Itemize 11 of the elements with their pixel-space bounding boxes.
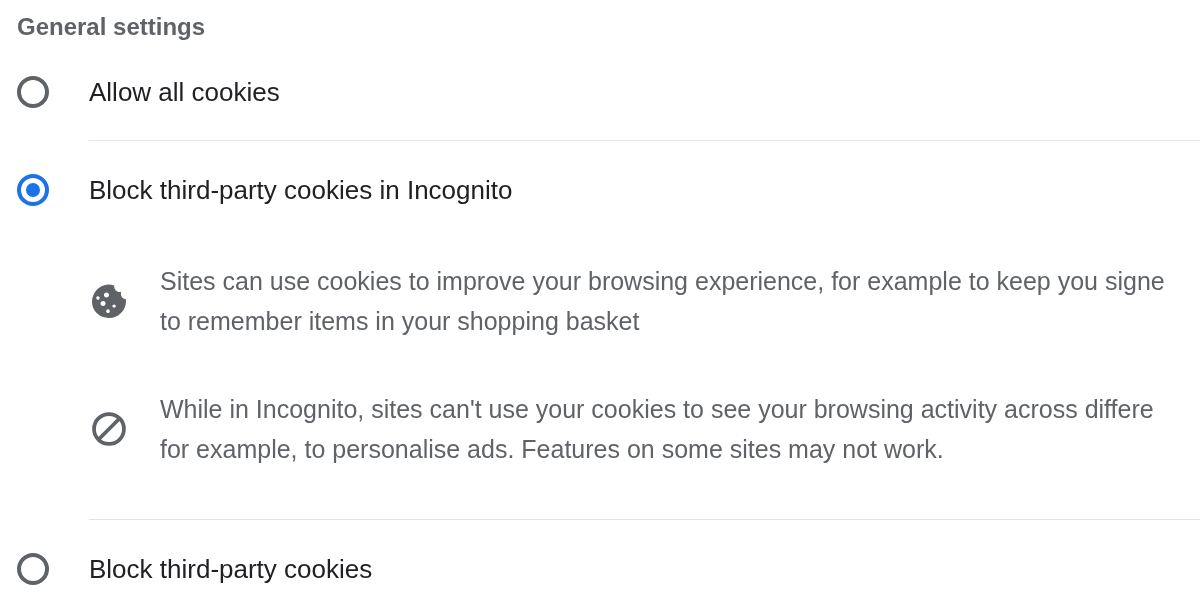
option-label[interactable]: Block third-party cookies <box>89 552 373 585</box>
cookie-icon <box>92 284 126 318</box>
description-text: Sites can use cookies to improve your browsing experience, for example to keep you signe to remember items in your shopping basket <box>160 266 1165 337</box>
block-icon <box>92 412 126 446</box>
radio-button[interactable] <box>17 173 49 206</box>
radio-button[interactable] <box>17 75 49 108</box>
option-label[interactable]: Block third-party cookies in Incognito <box>89 173 513 206</box>
section-title: General settings <box>17 12 206 42</box>
radio-button[interactable] <box>17 552 49 585</box>
description-text: While in Incognito, sites can't use your cookies to see your browsing activity across differe for example, to personalise ads. Features on some sites may not work. <box>160 394 1154 465</box>
option-label[interactable]: Allow all cookies <box>89 75 280 108</box>
